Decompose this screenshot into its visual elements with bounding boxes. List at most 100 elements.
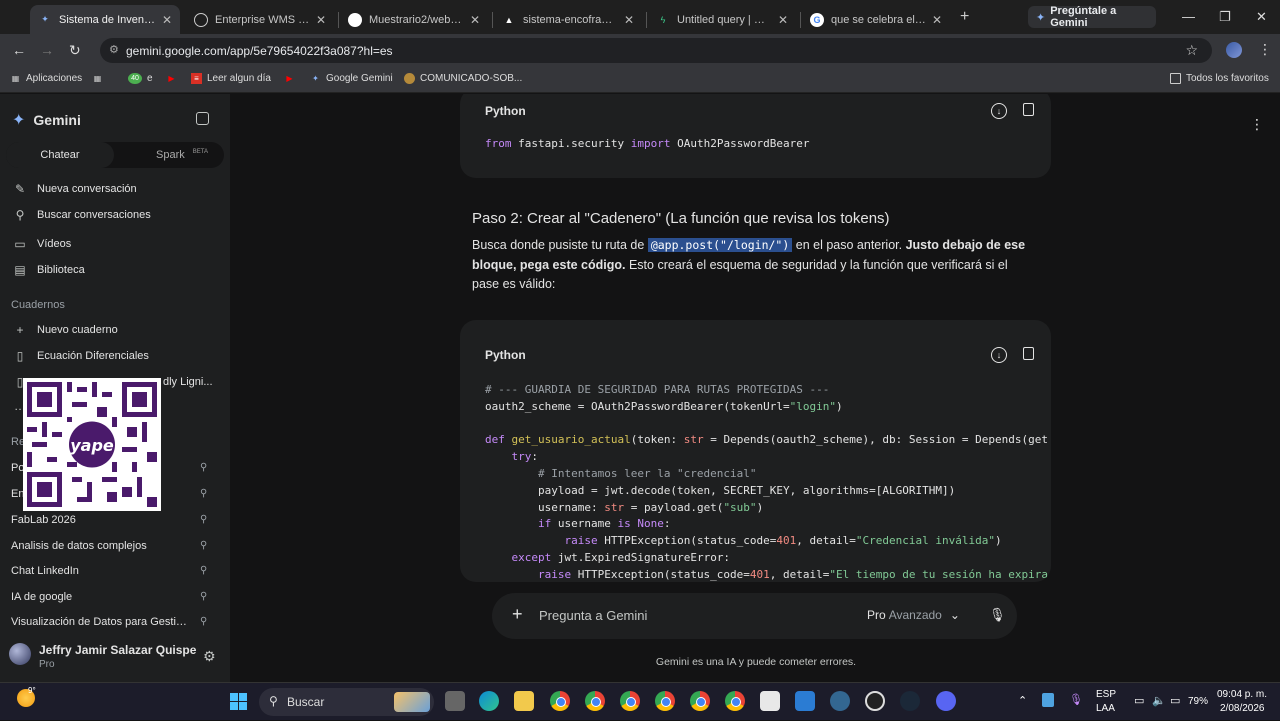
volume-icon[interactable]: 🔈 — [1152, 694, 1166, 707]
recent-chat-item[interactable]: Visualización de Datos para Gestió... — [11, 616, 191, 628]
youtube-bookmark[interactable]: ▶ — [166, 73, 182, 84]
clock-time[interactable]: 09:04 p. m. — [1217, 689, 1267, 700]
new-notebook-button[interactable]: + Nuevo cuaderno — [12, 323, 117, 337]
library-icon: ▤ — [14, 263, 26, 277]
file-explorer-icon[interactable] — [514, 691, 534, 711]
show-hidden-icons-icon[interactable]: ⌃ — [1018, 694, 1027, 707]
tab-google-search[interactable]: G que se celebra el 1 de ✕ — [802, 5, 950, 34]
pin-icon[interactable]: ⚲ — [200, 540, 207, 551]
reload-icon[interactable]: ↻ — [69, 42, 81, 59]
close-tab-icon[interactable]: ✕ — [162, 13, 172, 27]
badge-icon: 40 — [128, 73, 142, 84]
bookmark-comunicado[interactable]: COMUNICADO-SOB... — [404, 73, 522, 84]
ask-gemini-button[interactable]: ✦ Pregúntale a Gemini — [1028, 5, 1156, 29]
gemini-logo[interactable]: ✦ Gemini — [12, 110, 81, 130]
battery-icon[interactable]: ▭ — [1170, 694, 1180, 707]
settings-icon[interactable]: ⚙ — [203, 648, 216, 665]
all-bookmarks[interactable]: Todos los favoritos — [1170, 73, 1269, 84]
pin-icon[interactable]: ⚲ — [200, 488, 207, 499]
chrome-icon[interactable] — [550, 691, 570, 711]
taskbar-search[interactable]: ⚲ Buscar — [259, 688, 434, 716]
forward-icon[interactable]: → — [40, 42, 54, 58]
microphone-icon[interactable]: 🎙 — [989, 607, 1006, 623]
download-icon[interactable]: ↓ — [991, 347, 1007, 363]
close-tab-icon[interactable]: ✕ — [470, 13, 480, 27]
tab-chat[interactable]: Chatear — [6, 142, 114, 168]
chrome-icon[interactable] — [725, 691, 745, 711]
search-chats-button[interactable]: ⚲ Buscar conversaciones — [12, 208, 151, 222]
close-tab-icon[interactable]: ✕ — [624, 13, 634, 27]
recent-chat-item[interactable]: FabLab 2026 — [11, 514, 211, 526]
chrome-icon[interactable] — [655, 691, 675, 711]
recent-chat-item[interactable]: IA de google — [11, 591, 211, 603]
close-tab-icon[interactable]: ✕ — [932, 13, 942, 27]
discord-icon[interactable] — [936, 691, 956, 711]
minimize-icon[interactable]: — — [1182, 9, 1195, 24]
tab-spark[interactable]: Spark BETA — [156, 149, 208, 161]
prompt-box[interactable]: + Pregunta a Gemini Pro Avanzado ⌄ 🎙 — [492, 593, 1017, 639]
prompt-input[interactable]: Pregunta a Gemini — [539, 608, 647, 623]
add-attachment-icon[interactable]: + — [512, 604, 523, 625]
microphone-tray-icon[interactable]: 🎙 — [1069, 693, 1083, 706]
tab-separator — [492, 12, 493, 28]
new-chat-button[interactable]: ✎ Nueva conversación — [12, 182, 137, 196]
chrome-menu-icon[interactable]: ⋮ — [1258, 41, 1272, 58]
copy-icon[interactable] — [1023, 347, 1034, 360]
new-tab-button[interactable]: + — [960, 8, 969, 26]
display-icon[interactable]: ▭ — [1134, 694, 1144, 707]
notebook-ecuacion-diferenciales[interactable]: ▯ Ecuación Diferenciales — [12, 349, 149, 363]
tab-strip: ✦ Sistema de Inventario y ✕ Enterprise W… — [0, 0, 1280, 34]
tab-enterprise-wms[interactable]: Enterprise WMS | Cont ✕ — [186, 5, 334, 34]
bookmark-e[interactable]: 40 e — [128, 73, 153, 84]
youtube-bookmark-2[interactable]: ▶ — [284, 73, 300, 84]
close-tab-icon[interactable]: ✕ — [778, 13, 788, 27]
postgres-icon[interactable] — [830, 691, 850, 711]
tab-sql-editor[interactable]: ϟ Untitled query | SQL Ed ✕ — [648, 5, 796, 34]
start-button[interactable] — [230, 693, 247, 710]
pin-icon[interactable]: ⚲ — [200, 616, 207, 627]
recent-chat-item[interactable]: Chat LinkedIn — [11, 565, 211, 577]
download-icon[interactable]: ↓ — [991, 103, 1007, 119]
edge-icon[interactable] — [479, 691, 499, 711]
recent-chat-item[interactable]: Analisis de datos complejos — [11, 540, 211, 552]
profile-avatar[interactable] — [1226, 42, 1242, 58]
bookmark-leer-algun-dia[interactable]: ≡ Leer algun día — [191, 73, 271, 84]
clock-date[interactable]: 2/08/2026 — [1220, 703, 1265, 714]
close-window-icon[interactable]: ✕ — [1256, 9, 1267, 25]
back-icon[interactable]: ← — [12, 42, 26, 58]
vscode-icon[interactable] — [795, 691, 815, 711]
store-icon[interactable] — [760, 691, 780, 711]
site-info-icon[interactable]: ⚙ — [109, 43, 119, 56]
model-picker[interactable]: Pro Avanzado ⌄ — [867, 608, 960, 622]
more-options-icon[interactable]: ⋮ — [1250, 116, 1264, 133]
bookmark-apps[interactable]: ▦ Aplicaciones — [10, 73, 82, 84]
chrome-icon[interactable] — [690, 691, 710, 711]
apps-grid-icon: ▦ — [11, 74, 20, 83]
videos-button[interactable]: ▭ Vídeos — [12, 237, 71, 251]
github-desktop-icon[interactable] — [865, 691, 885, 711]
task-view-icon[interactable] — [445, 691, 465, 711]
yape-logo: yape — [70, 436, 114, 455]
tab-sistema-inventario[interactable]: ✦ Sistema de Inventario y ✕ — [30, 5, 180, 34]
tab-github-muestrario[interactable]: Muestrario2/web-enco ✕ — [340, 5, 488, 34]
collapse-sidebar-icon[interactable] — [196, 112, 209, 125]
steam-icon[interactable] — [900, 691, 920, 711]
pin-icon[interactable]: ⚲ — [200, 462, 207, 473]
tab-separator — [646, 12, 647, 28]
pin-icon[interactable]: ⚲ — [200, 565, 207, 576]
copy-icon[interactable] — [1023, 103, 1034, 116]
maximize-icon[interactable]: ❐ — [1219, 9, 1231, 25]
bookmark-google-gemini[interactable]: ✦ Google Gemini — [310, 73, 393, 84]
bookmark-star-icon[interactable]: ☆ — [1185, 42, 1198, 59]
bookmark-grid[interactable]: ▦ — [92, 73, 108, 84]
defender-icon[interactable] — [1042, 693, 1054, 707]
language-indicator[interactable]: ESP — [1096, 689, 1116, 700]
library-button[interactable]: ▤ Biblioteca — [12, 263, 84, 277]
chrome-icon[interactable] — [585, 691, 605, 711]
tab-sistema-encofrados[interactable]: ▲ sistema-encofrados · V ✕ — [494, 5, 642, 34]
chrome-icon[interactable] — [620, 691, 640, 711]
address-bar[interactable]: ⚙ gemini.google.com/app/5e79654022f3a087… — [100, 38, 1212, 63]
pin-icon[interactable]: ⚲ — [200, 591, 207, 602]
close-tab-icon[interactable]: ✕ — [316, 13, 326, 27]
pin-icon[interactable]: ⚲ — [200, 514, 207, 525]
